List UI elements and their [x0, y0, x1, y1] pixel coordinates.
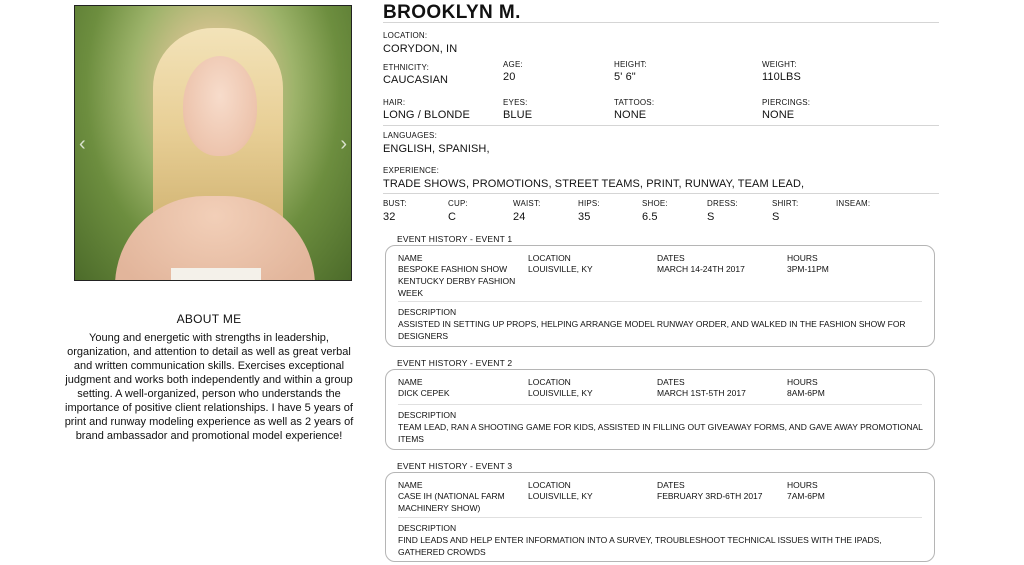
photo-clothing: [171, 268, 261, 280]
cup-value: C: [448, 211, 457, 223]
event-dates: FEBRUARY 3RD-6TH 2017: [657, 491, 763, 501]
bust-value: 32: [383, 211, 396, 223]
event-description-header: DESCRIPTION: [398, 410, 457, 420]
event-hours-header: HOURS: [787, 377, 818, 387]
divider: [383, 22, 939, 23]
event-card: NAME LOCATION DATES HOURS BESPOKE FASHIO…: [385, 245, 935, 347]
event-name-header: NAME: [398, 377, 423, 387]
event-dates-header: DATES: [657, 377, 685, 387]
divider: [398, 404, 922, 405]
about-text: Young and energetic with strengths in le…: [64, 332, 354, 442]
event-description: FIND LEADS AND HELP ENTER INFORMATION IN…: [398, 535, 882, 557]
event-location: LOUISVILLE, KY: [528, 264, 593, 274]
ethnicity-label: ETHNICITY:: [383, 63, 430, 72]
hair-value: LONG / BLONDE: [383, 109, 470, 121]
event-location: LOUISVILLE, KY: [528, 491, 593, 501]
event-name: CASE IH (NATIONAL FARM MACHINERY SHOW): [398, 491, 505, 513]
tattoos-value: NONE: [614, 109, 647, 121]
chevron-right-icon[interactable]: ›: [340, 134, 347, 154]
hips-value: 35: [578, 211, 591, 223]
about-title: ABOUT ME: [176, 312, 242, 326]
piercings-value: NONE: [762, 109, 795, 121]
divider: [383, 193, 939, 194]
waist-label: WAIST:: [513, 199, 541, 208]
divider: [383, 125, 939, 126]
event-title: EVENT HISTORY - EVENT 1: [397, 234, 513, 244]
age-label: AGE:: [503, 60, 523, 69]
piercings-label: PIERCINGS:: [762, 98, 811, 107]
weight-value: 110LBS: [762, 71, 801, 83]
shirt-value: S: [772, 211, 780, 223]
event-dates: MARCH 1ST-5TH 2017: [657, 388, 746, 398]
waist-value: 24: [513, 211, 526, 223]
divider: [398, 301, 922, 302]
event-dates: MARCH 14-24TH 2017: [657, 264, 745, 274]
event-description-header: DESCRIPTION: [398, 523, 457, 533]
profile-photo: ‹ ›: [74, 5, 352, 281]
event-title: EVENT HISTORY - EVENT 3: [397, 461, 513, 471]
photo-face: [183, 56, 257, 156]
event-name-header: NAME: [398, 480, 423, 490]
event-dates-header: DATES: [657, 480, 685, 490]
event-description-header: DESCRIPTION: [398, 307, 457, 317]
event-card: NAME LOCATION DATES HOURS DICK CEPEK LOU…: [385, 369, 935, 450]
event-name: BESPOKE FASHION SHOW KENTUCKY DERBY FASH…: [398, 264, 516, 298]
languages-label: LANGUAGES:: [383, 131, 438, 140]
eyes-label: EYES:: [503, 98, 528, 107]
tattoos-label: TATTOOS:: [614, 98, 655, 107]
chevron-left-icon[interactable]: ‹: [79, 134, 86, 154]
hips-label: HIPS:: [578, 199, 600, 208]
shoe-value: 6.5: [642, 211, 658, 223]
location-value: CORYDON, IN: [383, 43, 458, 55]
divider: [398, 517, 922, 518]
event-name: DICK CEPEK: [398, 388, 450, 398]
event-hours-header: HOURS: [787, 253, 818, 263]
profile-name: BROOKLYN M.: [383, 2, 521, 23]
weight-label: WEIGHT:: [762, 60, 797, 69]
shirt-label: SHIRT:: [772, 199, 799, 208]
event-description: ASSISTED IN SETTING UP PROPS, HELPING AR…: [398, 319, 906, 341]
event-location-header: LOCATION: [528, 377, 571, 387]
event-dates-header: DATES: [657, 253, 685, 263]
hair-label: HAIR:: [383, 98, 406, 107]
event-name-header: NAME: [398, 253, 423, 263]
dress-label: DRESS:: [707, 199, 738, 208]
experience-label: EXPERIENCE:: [383, 166, 439, 175]
event-location: LOUISVILLE, KY: [528, 388, 593, 398]
inseam-label: INSEAM:: [836, 199, 871, 208]
bust-label: BUST:: [383, 199, 407, 208]
event-title: EVENT HISTORY - EVENT 2: [397, 358, 513, 368]
height-label: HEIGHT:: [614, 60, 647, 69]
eyes-value: BLUE: [503, 109, 533, 121]
height-value: 5' 6": [614, 71, 636, 83]
event-hours: 7AM-6PM: [787, 491, 825, 501]
event-hours: 3PM-11PM: [787, 264, 829, 274]
location-label: LOCATION:: [383, 31, 428, 40]
event-location-header: LOCATION: [528, 253, 571, 263]
languages-value: ENGLISH, SPANISH,: [383, 143, 490, 155]
shoe-label: SHOE:: [642, 199, 668, 208]
cup-label: CUP:: [448, 199, 468, 208]
event-hours: 8AM-6PM: [787, 388, 825, 398]
event-description: TEAM LEAD, RAN A SHOOTING GAME FOR KIDS,…: [398, 422, 923, 444]
event-location-header: LOCATION: [528, 480, 571, 490]
event-card: NAME LOCATION DATES HOURS CASE IH (NATIO…: [385, 472, 935, 562]
ethnicity-value: CAUCASIAN: [383, 74, 449, 86]
dress-value: S: [707, 211, 715, 223]
experience-value: TRADE SHOWS, PROMOTIONS, STREET TEAMS, P…: [383, 178, 805, 190]
event-hours-header: HOURS: [787, 480, 818, 490]
age-value: 20: [503, 71, 516, 83]
